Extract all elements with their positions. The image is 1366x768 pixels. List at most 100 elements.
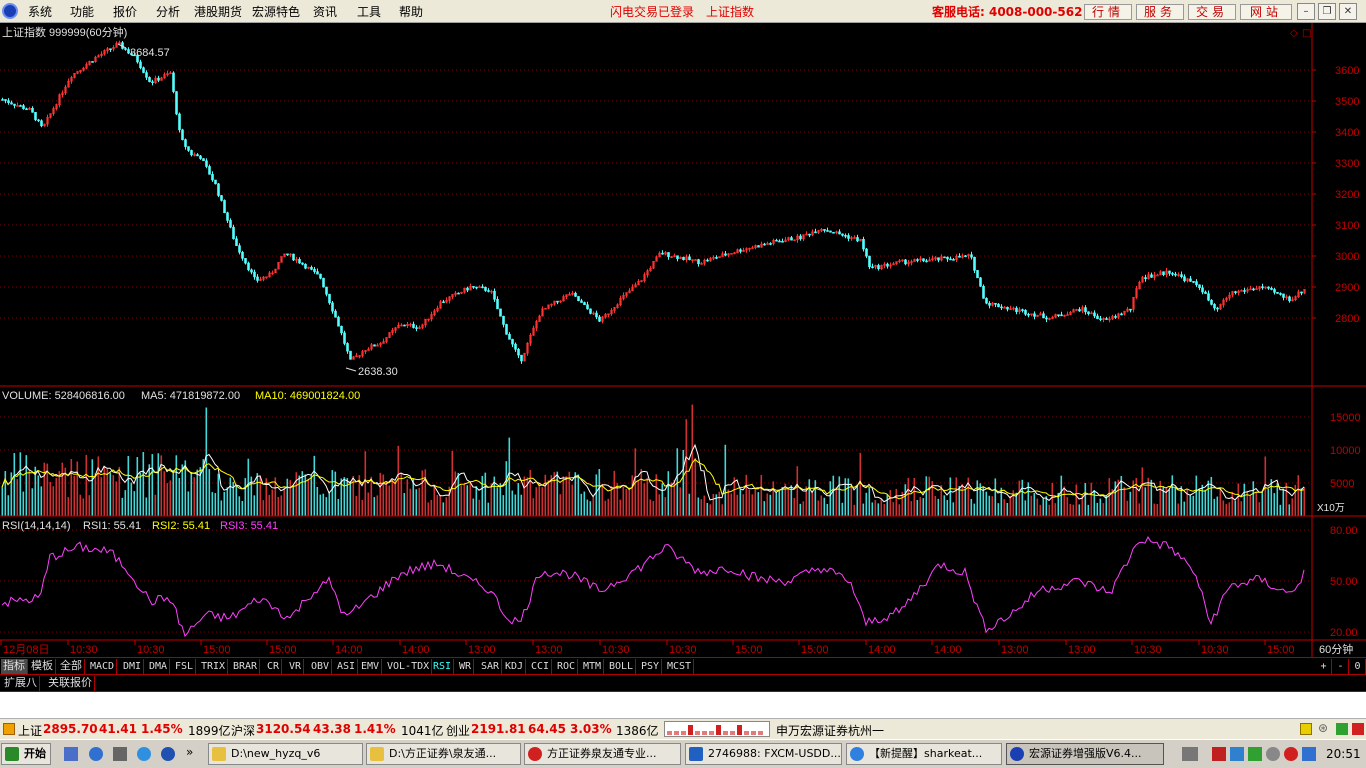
volume-bar [1144,487,1147,516]
tab-mcst[interactable]: MCST [665,659,695,674]
volume-bar [1198,489,1201,516]
tab-dma[interactable]: DMA [147,659,171,674]
candle-body [457,292,460,295]
menu-hk-futures[interactable]: 港股期货 [194,3,242,20]
volume-bar [1141,467,1144,516]
tab-emv[interactable]: EMV [359,659,383,674]
menu-hongyuan[interactable]: 宏源特色 [252,3,300,20]
task-browser[interactable]: 【新提醒】sharkeat... [846,743,1002,765]
volume-bar [376,495,379,516]
tab-wr[interactable]: WR [457,659,475,674]
diamond-icon[interactable]: ◇ [1290,28,1298,39]
candle-body [1195,281,1198,286]
desktop-icon[interactable] [64,747,78,761]
restore-icon[interactable]: ❐ [1318,3,1336,20]
tab-cr[interactable]: CR [265,659,283,674]
tab-brar[interactable]: BRAR [231,659,261,674]
volume-bar [973,503,976,516]
square-icon[interactable]: □ [1302,28,1311,39]
browser-icon[interactable] [137,747,151,761]
menu-quote[interactable]: 报价 [113,3,137,20]
task-folder-2[interactable]: D:\方正证券\泉友通... [366,743,521,765]
volume-bar [157,453,160,516]
candle-body [253,271,256,278]
task-hongyuan[interactable]: 宏源证券增强版V6.4... [1006,743,1164,765]
minimize-icon[interactable]: – [1297,3,1315,20]
chevron-right-icon[interactable]: » [186,745,193,759]
market-button[interactable]: 行情 [1084,4,1132,20]
tab-sar[interactable]: SAR [479,659,503,674]
volume-bar [832,475,835,516]
tab-mtm[interactable]: MTM [581,659,605,674]
zoom-out-button[interactable]: - [1333,659,1349,674]
menu-system[interactable]: 系统 [28,3,52,20]
close-icon[interactable]: ✕ [1339,3,1357,20]
tray-shield-icon[interactable] [1302,747,1316,761]
volume-bar [928,476,931,516]
alert-icon[interactable] [3,723,15,735]
menu-analysis[interactable]: 分析 [156,3,180,20]
volume-bar [1201,484,1204,516]
price-tick-label: 3100 [1335,220,1359,232]
ie-icon[interactable] [89,747,103,761]
start-button[interactable]: 开始 [1,743,51,765]
menu-news[interactable]: 资讯 [313,3,337,20]
tray-network-icon[interactable] [1230,747,1244,761]
volume-bar [1030,495,1033,516]
candle-body [1267,286,1270,289]
trade-button[interactable]: 交易 [1188,4,1236,20]
tab-psy[interactable]: PSY [639,659,663,674]
chart-area[interactable]: 上证指数 999999(60分钟) 3684.57 2638.30 ◇ □ VO… [0,23,1366,657]
zoom-in-button[interactable]: + [1316,659,1332,674]
tray-security-icon[interactable] [1248,747,1262,761]
tab-fsl[interactable]: FSL [173,659,197,674]
period-label[interactable]: 60分钟 [1319,642,1353,656]
tab-vr[interactable]: VR [287,659,305,674]
tab-kdj[interactable]: KDJ [503,659,527,674]
tab-vol-tdx[interactable]: VOL-TDX [385,659,433,674]
task-folder-1[interactable]: D:\new_hyzq_v6 [208,743,363,765]
notice-icon[interactable] [1300,723,1312,735]
tray-app-icon[interactable] [1284,747,1298,761]
candle-body [1243,290,1246,292]
menu-help[interactable]: 帮助 [399,3,423,20]
candle-body [865,248,868,257]
candle-body [442,301,445,304]
search-icon[interactable] [161,747,175,761]
service-button[interactable]: 服务 [1136,4,1184,20]
keyboard-icon[interactable] [1182,747,1198,761]
tab-指标[interactable]: 指标 [1,659,28,674]
tab-全部[interactable]: 全部 [58,659,85,674]
window-icon[interactable] [113,747,127,761]
website-button[interactable]: 网站 [1240,4,1292,20]
volume-bar [814,480,817,516]
stop-icon[interactable] [1352,723,1364,735]
tab-asi[interactable]: ASI [335,659,359,674]
task-fxcm[interactable]: 2746988: FXCM-USDD... [685,743,842,765]
tab-dmi[interactable]: DMI [121,659,145,674]
chart-svg[interactable]: 上证指数 999999(60分钟) 3684.57 2638.30 ◇ □ VO… [0,23,1366,657]
tab-macd[interactable]: MACD [88,659,118,674]
volume-bar [721,504,724,516]
tab-cci[interactable]: CCI [529,659,553,674]
tab-related-quote[interactable]: 关联报价 [46,676,95,691]
volume-bar [586,499,589,516]
tab-trix[interactable]: TRIX [199,659,229,674]
tab-extend8[interactable]: 扩展八 [2,676,40,691]
volume-bar [1204,489,1207,516]
task-founder[interactable]: 方正证券泉友通专业... [524,743,681,765]
tab-模板[interactable]: 模板 [29,659,56,674]
tab-boll[interactable]: BOLL [607,659,637,674]
tab-obv[interactable]: OBV [309,659,333,674]
volume-bar [1213,498,1216,516]
candle-body [211,174,214,181]
zoom-reset-button[interactable]: 0 [1350,659,1366,674]
menu-tools[interactable]: 工具 [357,3,381,20]
candle-body [775,239,778,242]
tab-roc[interactable]: ROC [555,659,579,674]
menu-function[interactable]: 功能 [70,3,94,20]
tab-rsi[interactable]: RSI [431,659,455,674]
tray-flag-icon[interactable] [1212,747,1226,761]
tray-settings-icon[interactable] [1266,747,1280,761]
time-label: 15:00 [735,644,763,656]
